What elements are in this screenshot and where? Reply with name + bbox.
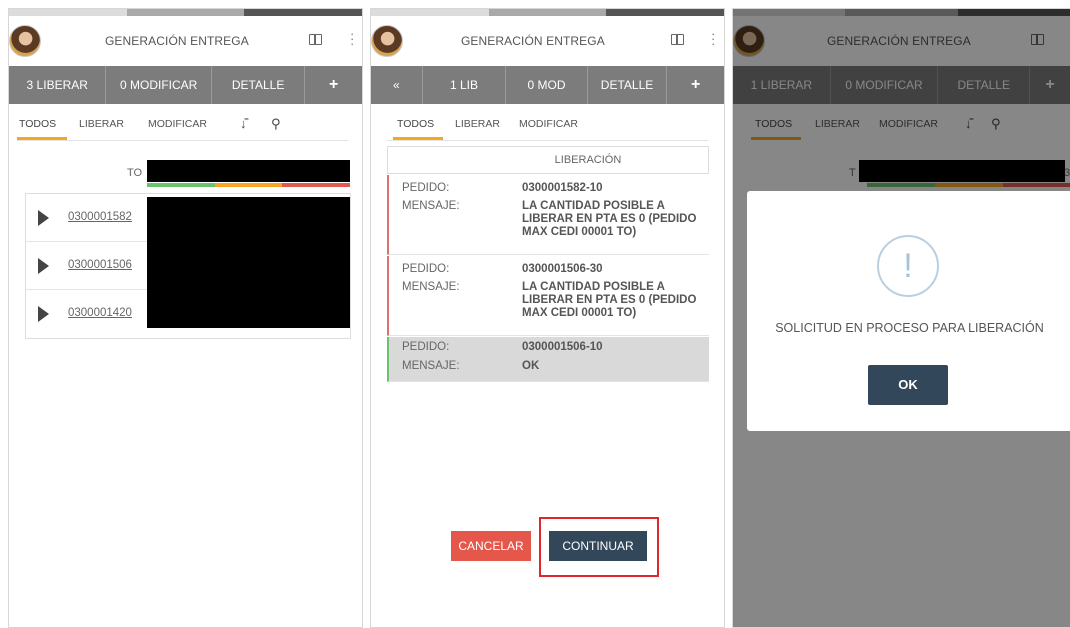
action-bar: « 1 LIB 0 MOD DETALLE + — [371, 66, 724, 104]
panel-liberacion-results: GENERACIÓN ENTREGA · · · « 1 LIB 0 MOD DET… — [370, 8, 725, 628]
order-link[interactable]: 0300001506 — [68, 259, 132, 271]
expand-icon[interactable] — [38, 306, 49, 322]
pedido-label: PEDIDO: — [402, 182, 450, 194]
cancel-button[interactable]: CANCELAR — [451, 531, 531, 561]
mensaje-value: OK — [522, 360, 540, 372]
detalle-button[interactable]: DETALLE — [588, 66, 668, 104]
tab-liberar[interactable]: LIBERAR — [455, 118, 500, 130]
mensaje-value: LA CANTIDAD POSIBLE A LIBERAR EN PTA ES … — [522, 200, 697, 238]
exclamation-circle-icon: ! — [877, 235, 939, 297]
mensaje-label: MENSAJE: — [402, 200, 460, 212]
app-header: GENERACIÓN ENTREGA · · · — [9, 16, 362, 66]
mensaje-label: MENSAJE: — [402, 360, 460, 372]
order-link[interactable]: 0300001420 — [68, 307, 132, 319]
back-button[interactable]: « — [371, 66, 423, 104]
confirmation-dialog: ! SOLICITUD EN PROCESO PARA LIBERACIÓN O… — [747, 191, 1070, 431]
pedido-value: 0300001506-10 — [522, 341, 603, 353]
order-link[interactable]: 0300001582 — [68, 211, 132, 223]
result-item: PEDIDO: 0300001506-10 MENSAJE: OK — [387, 337, 709, 382]
filter-tabs: TODOS LIBERAR MODIFICAR ↓̄ ⚲ — [9, 111, 362, 141]
app-title: GENERACIÓN ENTREGA — [105, 34, 249, 48]
add-button[interactable]: + — [305, 66, 362, 104]
tab-modificar[interactable]: MODIFICAR — [519, 118, 578, 130]
pedido-value: 0300001506-30 — [522, 263, 603, 275]
split-pane-icon[interactable] — [309, 34, 322, 45]
expand-icon[interactable] — [38, 258, 49, 274]
top-strip — [371, 9, 724, 16]
panel-entrega-list: GENERACIÓN ENTREGA · · · 3 LIBERAR 0 MODIF… — [8, 8, 363, 628]
to-label: TO — [127, 167, 143, 179]
pedido-value: 0300001582-10 — [522, 182, 603, 194]
sort-icon[interactable]: ↓̄ — [240, 116, 247, 131]
result-item: PEDIDO: 0300001506-30 MENSAJE: LA CANTID… — [387, 256, 709, 336]
highlight-annotation — [539, 517, 659, 577]
app-header: GENERACIÓN ENTREGA · · · — [371, 16, 724, 66]
split-pane-icon[interactable] — [671, 34, 684, 45]
panel-confirmation: GENERACIÓN ENTREGA 1 LIBERAR 0 MODIFICAR… — [732, 8, 1070, 628]
results-header: LIBERACIÓN — [387, 146, 709, 174]
filter-tabs: TODOS LIBERAR MODIFICAR — [371, 111, 724, 141]
tab-modificar[interactable]: MODIFICAR — [148, 118, 207, 130]
pedido-label: PEDIDO: — [402, 341, 450, 353]
modificar-button[interactable]: 0 MOD — [506, 66, 588, 104]
liberar-button[interactable]: 1 LIB — [423, 66, 507, 104]
vertical-dots-icon[interactable]: · · · — [711, 27, 715, 50]
progress-tricolor — [147, 183, 351, 187]
search-icon[interactable]: ⚲ — [271, 116, 281, 132]
action-bar: 3 LIBERAR 0 MODIFICAR DETALLE + — [9, 66, 362, 104]
mensaje-value: LA CANTIDAD POSIBLE A LIBERAR EN PTA ES … — [522, 281, 697, 319]
tab-divider — [17, 140, 348, 141]
user-avatar[interactable] — [371, 25, 403, 57]
tab-liberar[interactable]: LIBERAR — [79, 118, 124, 130]
tab-divider — [387, 140, 708, 141]
mensaje-label: MENSAJE: — [402, 281, 460, 293]
redacted-block — [147, 197, 350, 328]
vertical-dots-icon[interactable]: · · · — [350, 27, 354, 50]
top-strip — [9, 9, 362, 16]
redacted-block — [147, 160, 350, 182]
detalle-button[interactable]: DETALLE — [212, 66, 306, 104]
dialog-message: SOLICITUD EN PROCESO PARA LIBERACIÓN — [775, 321, 1044, 335]
liberar-button[interactable]: 3 LIBERAR — [9, 66, 107, 104]
add-button[interactable]: + — [667, 66, 724, 104]
user-avatar[interactable] — [9, 25, 41, 57]
tab-todos[interactable]: TODOS — [19, 118, 56, 130]
ok-button[interactable]: OK — [868, 365, 948, 405]
modificar-button[interactable]: 0 MODIFICAR — [106, 66, 212, 104]
result-item: PEDIDO: 0300001582-10 MENSAJE: LA CANTID… — [387, 175, 709, 255]
expand-icon[interactable] — [38, 210, 49, 226]
pedido-label: PEDIDO: — [402, 263, 450, 275]
tab-todos[interactable]: TODOS — [397, 118, 434, 130]
app-title: GENERACIÓN ENTREGA — [461, 34, 605, 48]
